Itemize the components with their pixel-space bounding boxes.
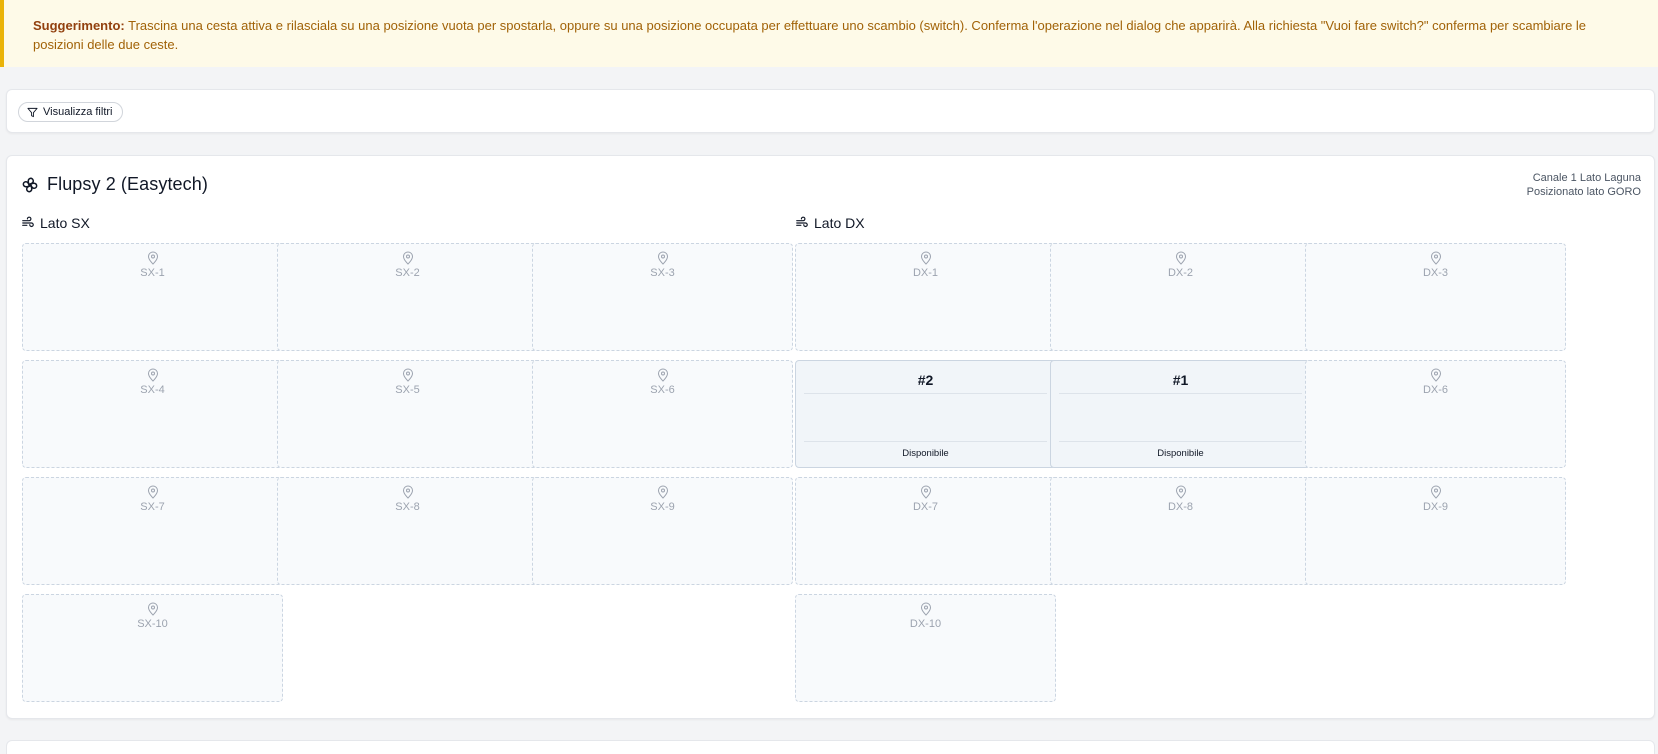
slot-label: DX-8 [1167, 501, 1194, 513]
slot-label: DX-9 [1422, 501, 1449, 513]
map-pin-icon [147, 368, 158, 382]
slot-sx-8[interactable]: SX-8 [277, 477, 538, 585]
map-pin-icon [147, 251, 158, 265]
map-pin-icon [1430, 251, 1441, 265]
map-pin-icon [1175, 485, 1186, 499]
flupsy-card: Flupsy 2 (Easytech) Canale 1 Lato Laguna… [6, 155, 1655, 719]
slot-sx-3[interactable]: SX-3 [532, 243, 793, 351]
divider [804, 441, 1047, 442]
map-pin-icon [920, 251, 931, 265]
flupsy-position-note: Posizionato lato GORO [1526, 186, 1641, 198]
slot-sx-5[interactable]: SX-5 [277, 360, 538, 468]
hint-banner: Suggerimento: Trascina una cesta attiva … [0, 0, 1658, 67]
divider [1059, 393, 1302, 394]
next-flupsy-card [6, 740, 1655, 754]
basket-status: Disponibile [1157, 448, 1204, 459]
slot-label: DX-10 [909, 618, 942, 630]
side-sx-header: Lato SX [21, 215, 90, 231]
slot-dx-9[interactable]: DX-9 [1305, 477, 1566, 585]
slot-sx-2[interactable]: SX-2 [277, 243, 538, 351]
map-pin-icon [920, 485, 931, 499]
slot-label: SX-9 [650, 501, 675, 513]
slot-label: SX-10 [137, 618, 168, 630]
slot-label: DX-1 [912, 267, 939, 279]
map-pin-icon [1175, 251, 1186, 265]
slot-label: DX-2 [1167, 267, 1194, 279]
slot-sx-10[interactable]: SX-10 [22, 594, 283, 702]
slot-label: DX-7 [912, 501, 939, 513]
side-dx-label: Lato DX [814, 215, 865, 231]
slot-label: DX-6 [1422, 384, 1449, 396]
divider [804, 393, 1047, 394]
map-pin-icon [147, 485, 158, 499]
slot-dx-1[interactable]: DX-1 [795, 243, 1056, 351]
wind-icon [796, 216, 808, 228]
basket-number: #1 [1172, 372, 1189, 388]
slot-dx-10[interactable]: DX-10 [795, 594, 1056, 702]
slot-sx-9[interactable]: SX-9 [532, 477, 793, 585]
side-dx-header: Lato DX [795, 215, 865, 231]
flupsy-header: Flupsy 2 (Easytech) [21, 174, 208, 195]
slot-dx-2[interactable]: DX-2 [1050, 243, 1311, 351]
flupsy-location: Canale 1 Lato Laguna [1532, 172, 1641, 184]
filter-panel: Visualizza filtri [6, 89, 1655, 133]
map-pin-icon [920, 602, 931, 616]
slot-dx-3[interactable]: DX-3 [1305, 243, 1566, 351]
map-pin-icon [1430, 485, 1441, 499]
slot-label: SX-8 [395, 501, 420, 513]
slot-sx-1[interactable]: SX-1 [22, 243, 283, 351]
slot-sx-4[interactable]: SX-4 [22, 360, 283, 468]
slot-label: SX-4 [140, 384, 165, 396]
basket-card-2[interactable]: #2 Disponibile [795, 360, 1056, 468]
basket-card-1[interactable]: #1 Disponibile [1050, 360, 1311, 468]
hint-label: Suggerimento: [33, 18, 125, 33]
map-pin-icon [402, 251, 413, 265]
wind-icon [22, 216, 34, 228]
slot-sx-7[interactable]: SX-7 [22, 477, 283, 585]
basket-number: #2 [917, 372, 934, 388]
map-pin-icon [1430, 368, 1441, 382]
show-filters-label: Visualizza filtri [43, 106, 113, 118]
slot-label: SX-5 [395, 384, 420, 396]
map-pin-icon [657, 485, 668, 499]
slot-dx-8[interactable]: DX-8 [1050, 477, 1311, 585]
show-filters-button[interactable]: Visualizza filtri [18, 102, 123, 122]
map-pin-icon [147, 602, 158, 616]
filter-icon [27, 107, 38, 117]
slot-label: SX-7 [140, 501, 165, 513]
basket-status: Disponibile [902, 448, 949, 459]
divider [1059, 441, 1302, 442]
slot-label: SX-2 [395, 267, 420, 279]
slot-dx-6[interactable]: DX-6 [1305, 360, 1566, 468]
map-pin-icon [402, 368, 413, 382]
slot-label: DX-3 [1422, 267, 1449, 279]
slot-sx-6[interactable]: SX-6 [532, 360, 793, 468]
slot-label: SX-1 [140, 267, 165, 279]
slot-label: SX-6 [650, 384, 675, 396]
flupsy-title: Flupsy 2 (Easytech) [47, 174, 208, 194]
flupsy-meta: Canale 1 Lato Laguna Posizionato lato GO… [1527, 171, 1641, 199]
slot-dx-7[interactable]: DX-7 [795, 477, 1056, 585]
slot-label: SX-3 [650, 267, 675, 279]
fan-icon [22, 177, 38, 192]
map-pin-icon [657, 368, 668, 382]
map-pin-icon [402, 485, 413, 499]
hint-text: Trascina una cesta attiva e rilasciala s… [33, 18, 1587, 52]
side-sx-label: Lato SX [40, 215, 90, 231]
map-pin-icon [657, 251, 668, 265]
